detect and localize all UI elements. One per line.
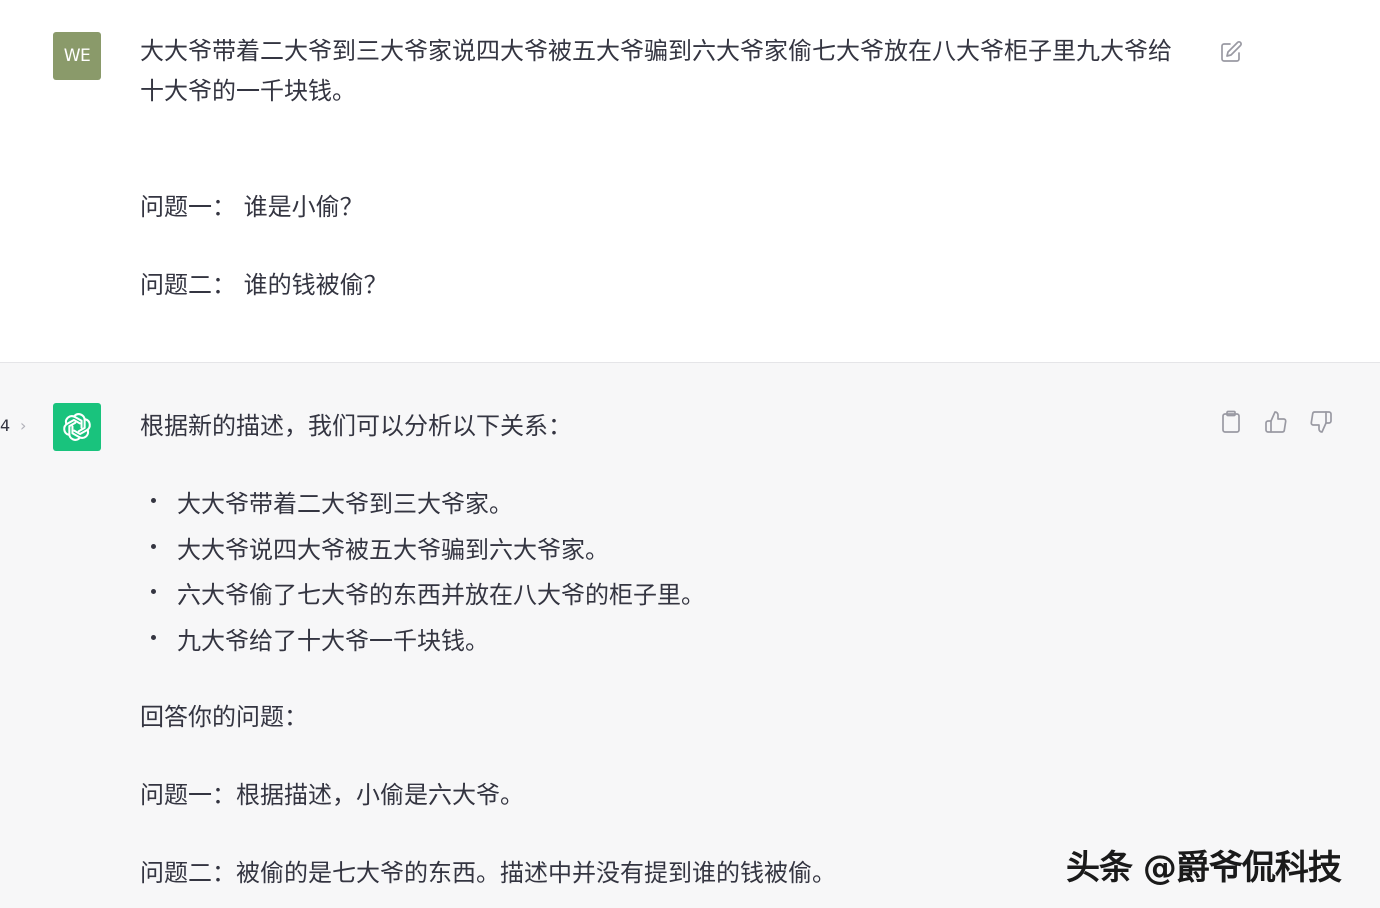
user-question-one: 问题一： 谁是小偷？ bbox=[140, 193, 364, 221]
assistant-message: 4 › 根据新的描述，我们可以分析以下关系： 大大爷带着二大爷到三大爷家。 大大… bbox=[0, 363, 1380, 908]
list-item: 六大爷偷了七大爷的东西并放在八大爷的柜子里。 bbox=[140, 573, 705, 619]
response-page-number: 4 bbox=[0, 416, 11, 435]
user-avatar: WE bbox=[53, 32, 101, 80]
copy-icon bbox=[1222, 410, 1240, 433]
user-avatar-initials: WE bbox=[63, 46, 91, 66]
relationship-list: 大大爷带着二大爷到三大爷家。 大大爷说四大爷被五大爷骗到六大爷家。 六大爷偷了七… bbox=[140, 482, 705, 664]
answer-one: 问题一：根据描述，小偷是六大爷。 bbox=[140, 781, 524, 809]
assistant-intro: 根据新的描述，我们可以分析以下关系： bbox=[140, 412, 572, 440]
answer-two: 问题二：被偷的是七大爷的东西。描述中并没有提到谁的钱被偷。 bbox=[140, 859, 836, 887]
openai-logo-icon bbox=[63, 413, 91, 441]
edit-icon bbox=[1221, 41, 1242, 62]
thumbs-down-icon bbox=[1310, 411, 1332, 433]
copy-button[interactable] bbox=[1217, 408, 1245, 436]
thumbs-up-icon bbox=[1265, 411, 1287, 433]
edit-button[interactable] bbox=[1217, 38, 1245, 66]
user-prompt-text: 大大爷带着二大爷到三大爷家说四大爷被五大爷骗到六大爷家偷七大爷放在八大爷柜子里九… bbox=[140, 37, 1172, 105]
list-item: 九大爷给了十大爷一千块钱。 bbox=[140, 619, 705, 665]
user-question-two: 问题二： 谁的钱被偷？ bbox=[140, 271, 388, 299]
answer-heading: 回答你的问题： bbox=[140, 703, 308, 731]
watermark: 头条 @爵爷侃科技 bbox=[1066, 848, 1342, 888]
list-item: 大大爷带着二大爷到三大爷家。 bbox=[140, 482, 705, 528]
thumbs-down-button[interactable] bbox=[1307, 408, 1335, 436]
list-item: 大大爷说四大爷被五大爷骗到六大爷家。 bbox=[140, 528, 705, 574]
thumbs-up-button[interactable] bbox=[1262, 408, 1290, 436]
next-response-arrow[interactable]: › bbox=[20, 416, 26, 435]
assistant-avatar bbox=[53, 403, 101, 451]
user-message: WE 大大爷带着二大爷到三大爷家说四大爷被五大爷骗到六大爷家偷七大爷放在八大爷柜… bbox=[0, 0, 1380, 363]
